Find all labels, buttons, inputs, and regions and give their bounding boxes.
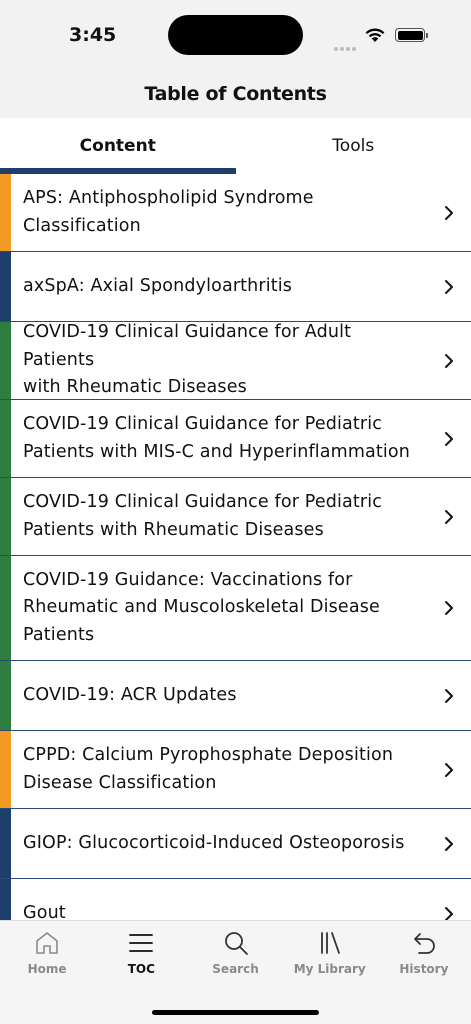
tabbar-toc[interactable]: TOC — [94, 921, 188, 985]
toc-item-line: with Rheumatic Diseases — [23, 377, 247, 398]
toc-item-line: Rheumatic and Muscoloskeletal Disease — [23, 597, 380, 618]
category-stripe — [0, 809, 11, 878]
tab-tools[interactable]: Tools — [236, 118, 471, 174]
toc-item-label: COVID-19 Clinical Guidance for Adult Pat… — [0, 319, 471, 402]
toc-item-label: APS: Antiphospholipid Syndrome Classifica… — [0, 185, 362, 240]
toc-item-label: GIOP: Glucocorticoid-Induced Osteoporosi… — [0, 830, 453, 858]
toc-item-line: Patients with MIS-C and Hyperinflammatio… — [23, 441, 411, 462]
toc-list: APS: Antiphospholipid Syndrome Classifica… — [0, 174, 471, 920]
toc-item-line: COVID-19 Clinical Guidance for Pediatric — [23, 492, 383, 512]
tabbar-history-label: History — [399, 962, 449, 976]
toc-item-label: COVID-19: ACR Updates — [0, 682, 285, 710]
toc-item[interactable]: COVID-19 Clinical Guidance for Pediatric… — [0, 478, 471, 556]
toc-item-line: axSpA: Axial Spondyloarthritis — [23, 275, 293, 296]
chevron-right-icon — [445, 431, 453, 446]
chevron-right-icon — [445, 762, 453, 777]
page-title: Table of Contents — [144, 83, 327, 105]
toc-item[interactable]: COVID-19: ACR Updates — [0, 661, 471, 731]
wifi-icon — [365, 28, 385, 42]
status-bar: 3:45 — [0, 0, 471, 70]
category-stripe — [0, 661, 11, 730]
tabbar-history[interactable]: History — [377, 921, 471, 985]
toc-item-label: COVID-19 Guidance: Vaccinations for Rheum… — [0, 567, 428, 650]
toc-item[interactable]: GIOP: Glucocorticoid-Induced Osteoporosi… — [0, 809, 471, 879]
toc-item[interactable]: CPPD: Calcium Pyrophosphate Deposition Di… — [0, 731, 471, 809]
toc-item[interactable]: Gout — [0, 879, 471, 920]
toc-item-line: COVID-19: ACR Updates — [23, 684, 237, 705]
tabbar-search-label: Search — [212, 962, 259, 976]
category-stripe — [0, 400, 11, 477]
chevron-right-icon — [445, 205, 453, 220]
toc-item-line: CPPD: Calcium Pyrophosphate Deposition — [23, 745, 394, 765]
home-icon — [36, 932, 58, 954]
chevron-right-icon — [445, 509, 453, 524]
tabbar-my-library[interactable]: My Library — [283, 921, 377, 985]
toc-item-line: Classification — [23, 215, 141, 236]
chevron-right-icon — [445, 279, 453, 294]
toc-item-label: axSpA: Axial Spondyloarthritis — [0, 273, 340, 301]
tab-tools-label: Tools — [332, 136, 375, 156]
toc-item[interactable]: COVID-19 Clinical Guidance for Adult Pat… — [0, 322, 471, 400]
cellular-signal-icon — [334, 38, 358, 56]
category-stripe — [0, 731, 11, 808]
toc-item-line: Patients — [23, 624, 95, 645]
toc-item[interactable]: COVID-19 Guidance: Vaccinations for Rheum… — [0, 556, 471, 661]
toc-item-label: CPPD: Calcium Pyrophosphate Deposition Di… — [0, 742, 441, 797]
toc-item-line: Gout — [23, 902, 66, 920]
toc-item-line: GIOP: Glucocorticoid-Induced Osteoporosi… — [23, 832, 405, 853]
segment-tabs: Content Tools — [0, 118, 471, 174]
library-icon — [320, 932, 340, 954]
toc-item-line: Disease Classification — [23, 772, 217, 793]
chevron-right-icon — [445, 836, 453, 851]
home-indicator — [152, 1010, 319, 1015]
history-icon — [414, 933, 435, 954]
toc-item-line: APS: Antiphospholipid Syndrome — [23, 188, 314, 208]
toc-item-line: COVID-19 Clinical Guidance for Pediatric — [23, 414, 383, 434]
toc-item[interactable]: APS: Antiphospholipid Syndrome Classifica… — [0, 174, 471, 252]
tab-content[interactable]: Content — [0, 118, 236, 174]
tabbar-toc-label: TOC — [127, 962, 155, 976]
status-time: 3:45 — [69, 24, 117, 46]
category-stripe — [0, 879, 11, 920]
tab-content-label: Content — [79, 136, 156, 156]
toc-item-line: COVID-19 Clinical Guidance for Adult Pat… — [23, 322, 352, 370]
tabbar-my-library-label: My Library — [293, 962, 366, 976]
toc-item-line: Patients with Rheumatic Diseases — [23, 519, 324, 540]
search-icon — [224, 932, 248, 955]
tabbar-search[interactable]: Search — [188, 921, 282, 985]
toc-item-label: Gout — [0, 900, 114, 920]
tabbar-home-label: Home — [27, 962, 67, 976]
chevron-right-icon — [445, 353, 453, 368]
list-icon — [129, 934, 154, 952]
chevron-right-icon — [445, 601, 453, 615]
chevron-right-icon — [445, 906, 453, 920]
toc-item-label: COVID-19 Clinical Guidance for Pediatric… — [0, 489, 430, 544]
category-stripe — [0, 252, 11, 321]
bottom-tab-bar: Home TOC Search My Library History — [0, 920, 471, 1024]
toc-item[interactable]: axSpA: Axial Spondyloarthritis — [0, 252, 471, 322]
chevron-right-icon — [445, 688, 453, 703]
category-stripe — [0, 174, 11, 251]
header: Table of Contents — [0, 70, 471, 118]
category-stripe — [0, 556, 11, 660]
dynamic-island — [168, 15, 303, 55]
category-stripe — [0, 478, 11, 555]
tabbar-home[interactable]: Home — [0, 921, 94, 985]
toc-item[interactable]: COVID-19 Clinical Guidance for Pediatric… — [0, 400, 471, 478]
category-stripe — [0, 322, 11, 399]
battery-icon — [395, 28, 428, 42]
toc-item-line: COVID-19 Guidance: Vaccinations for — [23, 569, 353, 590]
toc-item-label: COVID-19 Clinical Guidance for Pediatric… — [0, 411, 458, 466]
